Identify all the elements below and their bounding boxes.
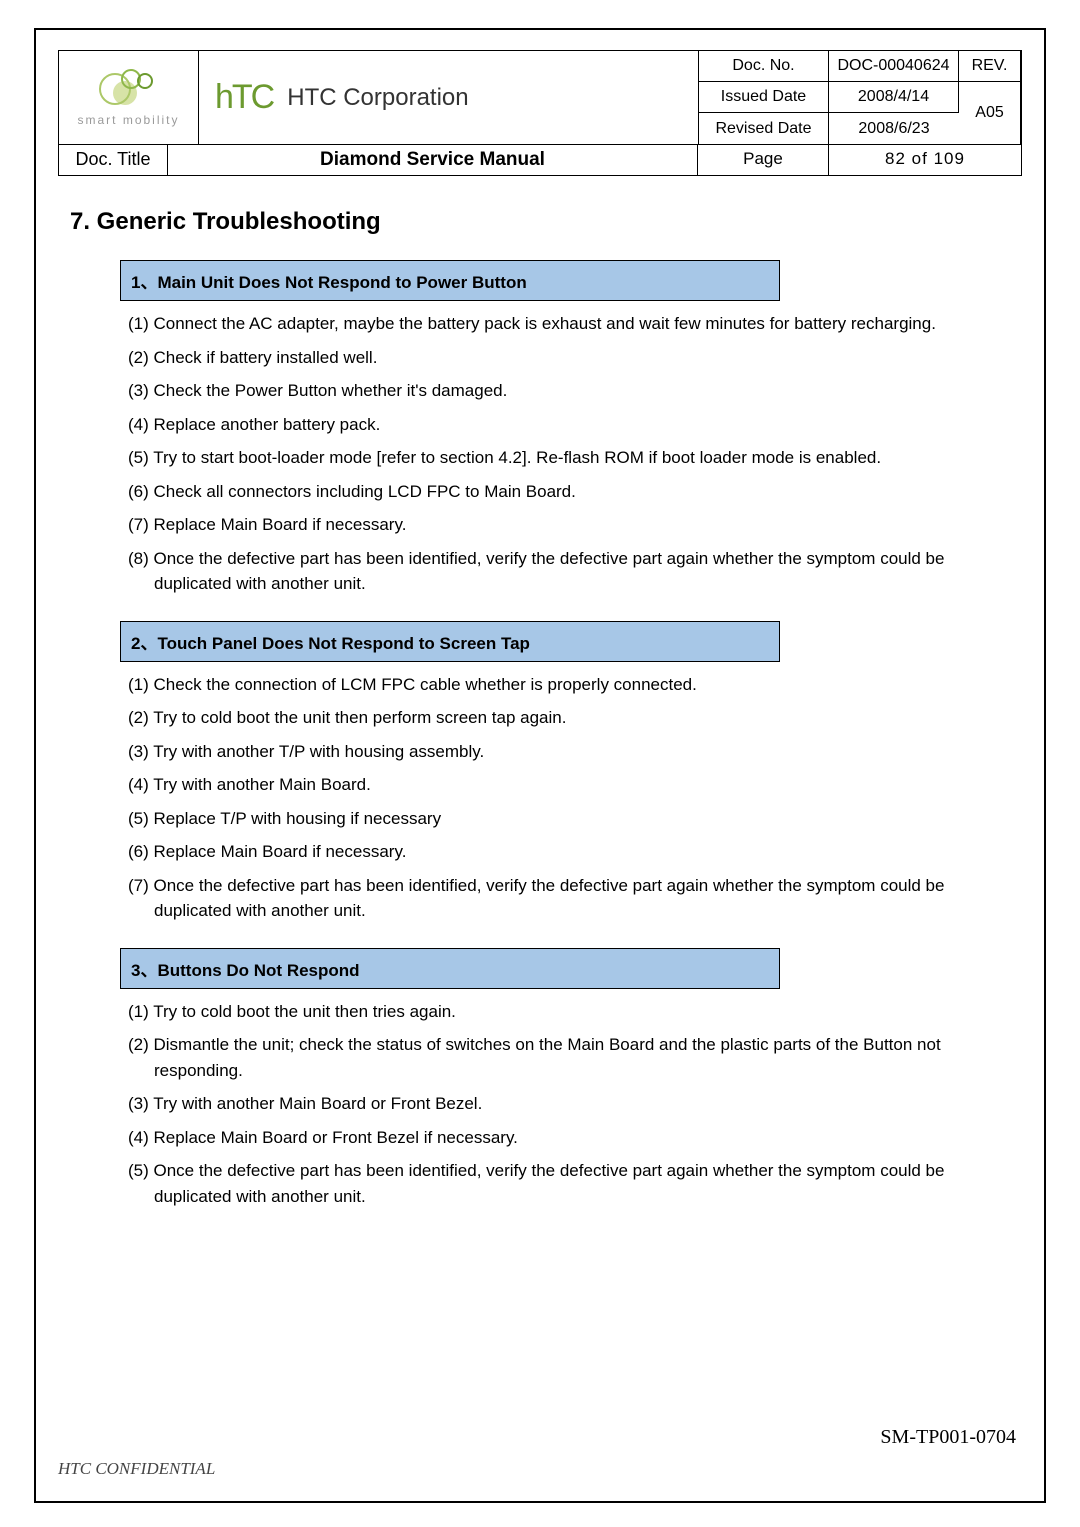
issued-date-label: Issued Date xyxy=(699,82,829,113)
step-item: (8) Once the defective part has been ide… xyxy=(128,546,1010,597)
footer-confidential: HTC CONFIDENTIAL xyxy=(58,1459,215,1479)
htc-wordmark-icon: hTC xyxy=(215,78,273,117)
step-item: (5) Replace T/P with housing if necessar… xyxy=(128,806,1010,832)
step-item: (4) Replace another battery pack. xyxy=(128,412,1010,438)
blocks-container: 1、Main Unit Does Not Respond to Power Bu… xyxy=(70,260,1010,1221)
company-name: HTC Corporation xyxy=(287,84,468,112)
troubleshooting-block: 1、Main Unit Does Not Respond to Power Bu… xyxy=(120,260,1010,609)
step-item: (3) Try with another T/P with housing as… xyxy=(128,739,1010,765)
step-item: (1) Check the connection of LCM FPC cabl… xyxy=(128,672,1010,698)
step-item: (6) Check all connectors including LCD F… xyxy=(128,479,1010,505)
block-header: 2、Touch Panel Does Not Respond to Screen… xyxy=(120,621,780,662)
troubleshooting-block: 3、Buttons Do Not Respond (1) Try to cold … xyxy=(120,948,1010,1222)
block-header: 1、Main Unit Does Not Respond to Power Bu… xyxy=(120,260,780,301)
step-item: (4) Try with another Main Board. xyxy=(128,772,1010,798)
step-item: (6) Replace Main Board if necessary. xyxy=(128,839,1010,865)
step-item: (3) Check the Power Button whether it's … xyxy=(128,378,1010,404)
step-item: (1) Try to cold boot the unit then tries… xyxy=(128,999,1010,1025)
troubleshooting-block: 2、Touch Panel Does Not Respond to Screen… xyxy=(120,621,1010,936)
steps-list: (1) Try to cold boot the unit then tries… xyxy=(120,989,1010,1222)
doc-title-value: Diamond Service Manual xyxy=(168,145,698,175)
step-item: (2) Try to cold boot the unit then perfo… xyxy=(128,705,1010,731)
issued-date-value: 2008/4/14 xyxy=(829,82,959,113)
revised-date-value: 2008/6/23 xyxy=(829,113,959,144)
doc-no-label: Doc. No. xyxy=(699,51,829,82)
title-row: Doc. Title Diamond Service Manual Page 8… xyxy=(58,145,1022,176)
revised-date-label: Revised Date xyxy=(699,113,829,144)
header: smart mobility hTC HTC Corporation Doc. … xyxy=(58,50,1022,145)
page-label: Page xyxy=(698,145,829,175)
steps-list: (1) Connect the AC adapter, maybe the ba… xyxy=(120,301,1010,609)
step-item: (7) Once the defective part has been ide… xyxy=(128,873,1010,924)
tagline: smart mobility xyxy=(77,113,179,127)
footer-form-code: SM-TP001-0704 xyxy=(880,1426,1016,1449)
meta-table: Doc. No. DOC-00040624 REV. Issued Date 2… xyxy=(698,51,1021,144)
page: smart mobility hTC HTC Corporation Doc. … xyxy=(0,0,1080,1527)
step-item: (2) Dismantle the unit; check the status… xyxy=(128,1032,1010,1083)
step-item: (5) Once the defective part has been ide… xyxy=(128,1158,1010,1209)
rev-value: A05 xyxy=(959,82,1021,144)
rev-label: REV. xyxy=(959,51,1021,82)
section-heading: 7. Generic Troubleshooting xyxy=(70,208,1010,236)
doc-title-label: Doc. Title xyxy=(59,145,168,175)
htc-smart-mobility-icon xyxy=(99,69,159,109)
content: 7. Generic Troubleshooting 1、Main Unit D… xyxy=(58,176,1022,1221)
block-header: 3、Buttons Do Not Respond xyxy=(120,948,780,989)
page-frame: smart mobility hTC HTC Corporation Doc. … xyxy=(34,28,1046,1503)
step-item: (7) Replace Main Board if necessary. xyxy=(128,512,1010,538)
step-item: (3) Try with another Main Board or Front… xyxy=(128,1091,1010,1117)
page-value: 82 of 109 xyxy=(829,145,1021,175)
step-item: (4) Replace Main Board or Front Bezel if… xyxy=(128,1125,1010,1151)
steps-list: (1) Check the connection of LCM FPC cabl… xyxy=(120,662,1010,936)
step-item: (2) Check if battery installed well. xyxy=(128,345,1010,371)
doc-no-value: DOC-00040624 xyxy=(829,51,959,82)
step-item: (5) Try to start boot-loader mode [refer… xyxy=(128,445,1010,471)
brand-cell: hTC HTC Corporation xyxy=(199,51,698,144)
logo-cell: smart mobility xyxy=(59,51,199,144)
step-item: (1) Connect the AC adapter, maybe the ba… xyxy=(128,311,1010,337)
